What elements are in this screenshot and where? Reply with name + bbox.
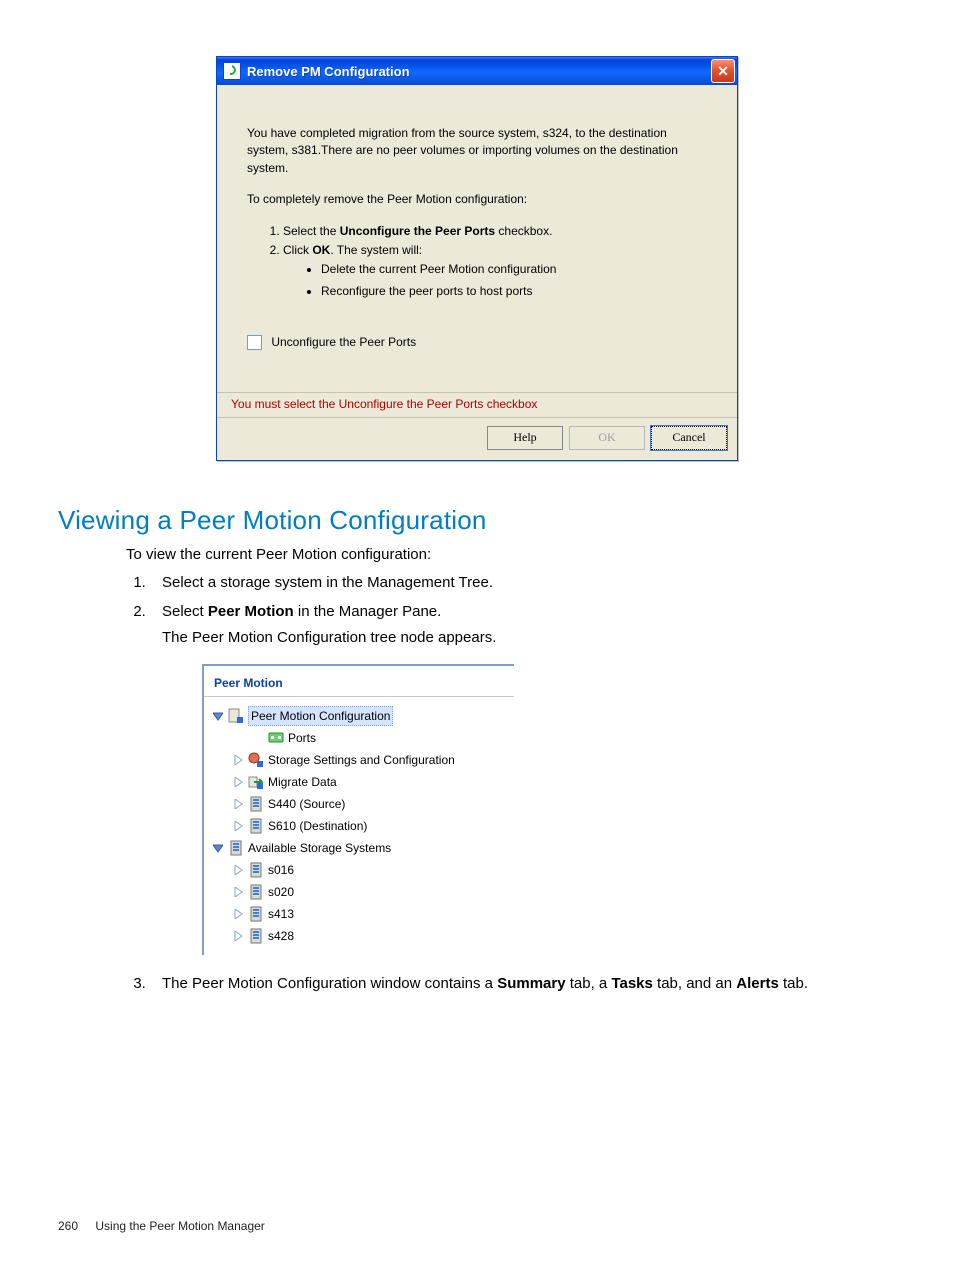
chevron-right-icon[interactable] [232,798,244,810]
step-2: Select Peer Motion in the Manager Pane. … [150,601,896,955]
storage-icon [248,884,264,900]
tree-node-storage[interactable]: Storage Settings and Configuration [212,749,510,771]
chapter-name: Using the Peer Motion Manager [95,1219,264,1233]
chevron-right-icon[interactable] [232,930,244,942]
tree-node-s016[interactable]: s016 [212,859,510,881]
page-footer: 260 Using the Peer Motion Manager [58,1219,265,1233]
tree-label: Migrate Data [268,773,337,791]
spacer [252,732,264,744]
tree-label: Peer Motion Configuration [248,706,393,726]
settings-icon [248,752,264,768]
dialog-text-2: To completely remove the Peer Motion con… [247,191,707,208]
tree-node-source[interactable]: S440 (Source) [212,793,510,815]
dialog-title: Remove PM Configuration [247,64,711,79]
tree-label: Storage Settings and Configuration [268,751,455,769]
step-3: The Peer Motion Configuration window con… [150,973,896,996]
chevron-right-icon[interactable] [232,820,244,832]
storage-icon [248,818,264,834]
tree-label: S610 (Destination) [268,817,367,835]
checkbox-row: Unconfigure the Peer Ports [247,334,707,351]
tree-header: Peer Motion [204,666,514,697]
section-intro: To view the current Peer Motion configur… [126,544,896,567]
storage-icon [228,840,244,856]
page-number: 260 [58,1219,78,1233]
tree-label: Available Storage Systems [248,839,391,857]
help-button[interactable]: Help [487,426,563,450]
close-button[interactable]: ✕ [711,59,735,83]
tree-node-destination[interactable]: S610 (Destination) [212,815,510,837]
section-heading: Viewing a Peer Motion Configuration [58,505,896,536]
chevron-right-icon[interactable] [232,864,244,876]
tree-label: s428 [268,927,294,945]
documentation-page: { "dialog": { "title": "Remove PM Config… [0,0,954,1271]
cancel-button[interactable]: Cancel [651,426,727,450]
tree: Peer Motion Configuration Ports Storage … [204,697,514,949]
storage-icon [248,796,264,812]
storage-icon [248,928,264,944]
chevron-down-icon[interactable] [212,842,224,854]
dialog-bullets: Delete the current Peer Motion configura… [293,261,707,300]
tree-node-s428[interactable]: s428 [212,925,510,947]
chevron-right-icon[interactable] [232,776,244,788]
storage-icon [248,906,264,922]
remove-pm-config-dialog: Remove PM Configuration ✕ You have compl… [216,56,738,461]
ports-icon [268,730,284,746]
tree-node-migrate[interactable]: Migrate Data [212,771,510,793]
tree-label: S440 (Source) [268,795,345,813]
error-message: You must select the Unconfigure the Peer… [217,392,737,418]
dialog-step-2: Click OK. The system will: Delete the cu… [283,242,707,300]
migrate-icon [248,774,264,790]
tree-label: s016 [268,861,294,879]
tree-label: s413 [268,905,294,923]
storage-icon [248,862,264,878]
chevron-right-icon[interactable] [232,754,244,766]
app-icon [223,62,241,80]
peer-motion-tree-panel: Peer Motion Peer Motion Configuration Po… [202,664,514,955]
ok-button[interactable]: OK [569,426,645,450]
close-icon: ✕ [717,63,729,80]
step-2-sub: The Peer Motion Configuration tree node … [162,627,896,650]
titlebar: Remove PM Configuration ✕ [217,57,737,85]
section-body: To view the current Peer Motion configur… [126,544,896,996]
dialog-steps: Select the Unconfigure the Peer Ports ch… [261,223,707,301]
chevron-right-icon[interactable] [232,886,244,898]
chevron-right-icon[interactable] [232,908,244,920]
dialog-bullet-1: Delete the current Peer Motion configura… [321,261,707,278]
tree-node-s413[interactable]: s413 [212,903,510,925]
tree-node-root[interactable]: Peer Motion Configuration [212,705,510,727]
dialog-text-1: You have completed migration from the so… [247,125,707,177]
dialog-step-1: Select the Unconfigure the Peer Ports ch… [283,223,707,240]
tree-label: Ports [288,729,316,747]
checkbox-label: Unconfigure the Peer Ports [271,335,416,349]
config-icon [228,708,244,724]
step-1: Select a storage system in the Managemen… [150,572,896,595]
tree-node-s020[interactable]: s020 [212,881,510,903]
dialog-body: You have completed migration from the so… [217,85,737,392]
tree-node-available[interactable]: Available Storage Systems [212,837,510,859]
tree-node-ports[interactable]: Ports [212,727,510,749]
dialog-bullet-2: Reconfigure the peer ports to host ports [321,283,707,300]
tree-label: s020 [268,883,294,901]
chevron-down-icon[interactable] [212,710,224,722]
unconfigure-checkbox[interactable] [247,335,262,350]
button-row: Help OK Cancel [217,418,737,460]
section-steps: Select a storage system in the Managemen… [126,572,896,995]
